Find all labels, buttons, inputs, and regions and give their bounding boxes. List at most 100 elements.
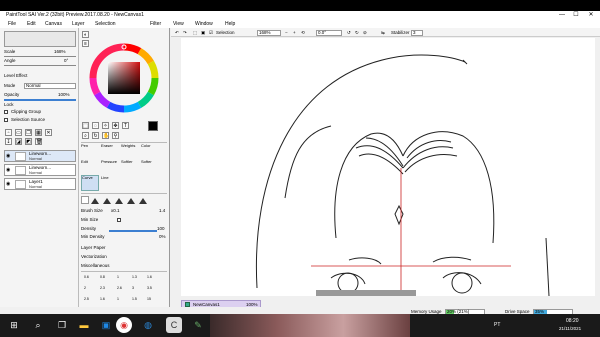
angle-value[interactable]: 0°	[64, 58, 68, 64]
scale-value[interactable]: 168%	[54, 49, 66, 55]
clock-date[interactable]: 21/11/2021	[559, 326, 581, 331]
size-preset[interactable]: 15	[147, 296, 151, 302]
merge-down-icon[interactable]: ↧	[5, 138, 12, 145]
task-view-icon[interactable]: ❐	[54, 317, 70, 333]
tool-softler-label[interactable]: Softler	[121, 159, 133, 165]
brush-shape-none[interactable]	[81, 196, 89, 204]
size-preset[interactable]: 1.3	[132, 274, 137, 280]
brush-shape-3[interactable]	[115, 198, 123, 204]
visibility-eye-icon[interactable]: ◉	[6, 153, 12, 159]
rotate-reset-icon[interactable]: ⊘	[363, 28, 367, 37]
visibility-eye-icon[interactable]: ◉	[6, 167, 12, 173]
apply-mask-icon[interactable]: ◩	[25, 138, 32, 145]
undo-icon[interactable]: ↶	[175, 28, 179, 37]
invert-icon[interactable]: ▣	[201, 28, 205, 37]
brush-shape-1[interactable]	[91, 198, 99, 204]
color-wheel[interactable]	[88, 42, 160, 114]
tool-edit-label[interactable]: Edit	[81, 159, 88, 165]
minimize-button[interactable]: —	[555, 11, 569, 20]
size-preset[interactable]: 1.6	[147, 274, 152, 280]
chrome-icon[interactable]: ◉	[116, 317, 132, 333]
density-value[interactable]: 100	[157, 226, 165, 232]
min-size-checkbox[interactable]	[117, 218, 121, 222]
zoom-in-icon[interactable]: +	[293, 28, 296, 37]
app-icon[interactable]: ✎	[190, 317, 206, 333]
zoom-reset-icon[interactable]: ⟲	[301, 28, 305, 37]
tool-line-label[interactable]: Line	[101, 175, 109, 181]
menu-filter[interactable]: Filter	[150, 20, 161, 28]
show-selection-icon[interactable]: ☑	[209, 28, 213, 37]
size-preset[interactable]: 0.8	[100, 274, 105, 280]
brush-size-value[interactable]: 1.4	[159, 208, 165, 214]
brush-shape-4[interactable]	[127, 198, 135, 204]
eyedropper-icon[interactable]: ⚲	[112, 132, 119, 139]
size-preset[interactable]: 2	[84, 285, 86, 291]
vectorization-header[interactable]: Vectorization	[81, 254, 107, 260]
clipping-group-checkbox[interactable]	[4, 110, 8, 114]
brush-shape-5[interactable]	[139, 198, 147, 204]
angle-select[interactable]: 0.0°	[316, 30, 342, 36]
maximize-button[interactable]: ☐	[569, 11, 583, 20]
tool-pen-label[interactable]: Pen	[81, 143, 88, 149]
color-wheel-toggle-icon[interactable]: ◐	[82, 31, 89, 38]
selection-source-checkbox[interactable]	[4, 118, 8, 122]
flip-icon[interactable]: ⇋	[381, 28, 385, 37]
new-folder-icon[interactable]: ▭	[15, 129, 22, 136]
menu-selection[interactable]: Selection	[95, 20, 116, 28]
new-layer-icon[interactable]: ▫	[5, 129, 12, 136]
mask-icon[interactable]: ◪	[15, 138, 22, 145]
size-preset[interactable]: 1	[117, 274, 119, 280]
clear-layer-icon[interactable]: ▦	[35, 129, 42, 136]
language-indicator[interactable]: PT	[494, 322, 500, 328]
stabilizer-select[interactable]: 3	[411, 30, 423, 36]
size-preset[interactable]: 3	[132, 285, 134, 291]
menu-canvas[interactable]: Canvas	[45, 20, 62, 28]
lasso-icon[interactable]: ◌	[92, 122, 99, 129]
size-preset[interactable]: 1	[117, 296, 119, 302]
rotate-left-icon[interactable]: ↺	[347, 28, 351, 37]
layer-row[interactable]: ◉ Lineworn... Normal	[4, 164, 76, 176]
size-preset[interactable]: 2.5	[84, 296, 89, 302]
sai-app-icon[interactable]: C	[166, 317, 182, 333]
close-button[interactable]: ✕	[584, 11, 598, 20]
visibility-eye-icon[interactable]: ◉	[6, 181, 12, 187]
redo-icon[interactable]: ↷	[183, 28, 187, 37]
tool-softer-label[interactable]: Softer	[141, 159, 152, 165]
drawing-canvas[interactable]	[181, 38, 595, 297]
clock-time[interactable]: 08:20	[566, 318, 579, 324]
size-preset[interactable]: 2.6	[117, 285, 122, 291]
text-tool-icon[interactable]: T	[122, 122, 129, 129]
opacity-value[interactable]: 100%	[58, 92, 70, 98]
windows-start-icon[interactable]: ⊞	[6, 317, 22, 333]
deselect-icon[interactable]: ⬚	[193, 28, 197, 37]
tool-pressure-label[interactable]: Pressure	[101, 159, 117, 165]
menu-window[interactable]: Window	[195, 20, 213, 28]
copy-layer-icon[interactable]: ❐	[25, 129, 32, 136]
tool-eraser-label[interactable]: Eraser	[101, 143, 113, 149]
menu-edit[interactable]: Edit	[27, 20, 36, 28]
mode-select[interactable]: Normal	[24, 83, 76, 89]
menu-file[interactable]: File	[8, 20, 16, 28]
delete-layer-icon[interactable]: ✕	[45, 129, 52, 136]
size-preset[interactable]: 1.5	[132, 296, 137, 302]
min-density-value[interactable]: 0%	[159, 234, 166, 240]
tool-color-label[interactable]: Color	[141, 143, 151, 149]
brush-shape-2[interactable]	[103, 198, 111, 204]
layer-paper-header[interactable]: Layer Paper	[81, 245, 106, 251]
size-preset[interactable]: 3.5	[147, 285, 152, 291]
menu-view[interactable]: View	[173, 20, 184, 28]
menu-layer[interactable]: Layer	[72, 20, 85, 28]
store-icon[interactable]: ▣	[98, 317, 114, 333]
brush-size-mult[interactable]: x0.1	[111, 208, 120, 214]
angle-slider[interactable]	[4, 65, 76, 66]
layer-row[interactable]: ◉ Lineworn... Normal	[4, 150, 76, 162]
size-preset[interactable]: 1.6	[100, 296, 105, 302]
navigator-preview[interactable]	[4, 31, 76, 47]
edge-icon[interactable]: ◍	[140, 317, 156, 333]
zoom-out-icon[interactable]: −	[285, 28, 288, 37]
layer-row[interactable]: ◉ Layer1 Normal	[4, 178, 76, 190]
move-icon[interactable]: ✥	[112, 122, 119, 129]
menu-help[interactable]: Help	[225, 20, 235, 28]
rotate-icon[interactable]: ↻	[92, 132, 99, 139]
miscellaneous-header[interactable]: Miscellaneous	[81, 263, 110, 269]
